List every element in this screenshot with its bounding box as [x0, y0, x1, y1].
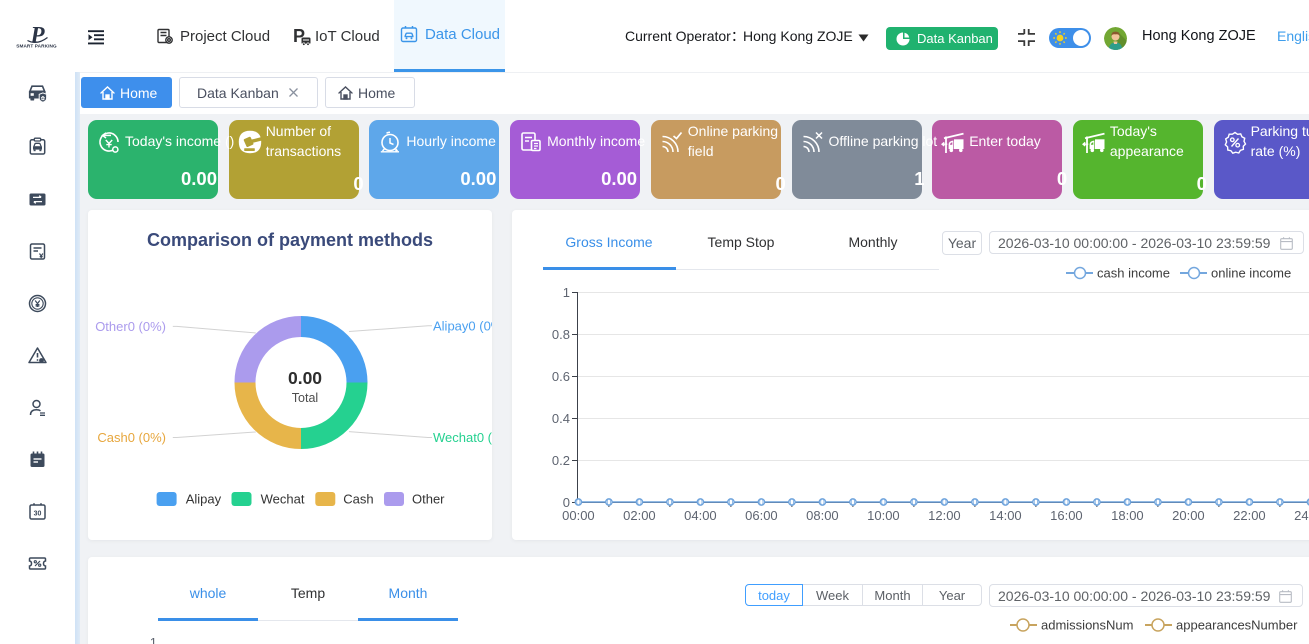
svg-text:0: 0 [790, 497, 795, 507]
svg-text:0: 0 [851, 497, 856, 507]
svg-text:0: 0 [576, 497, 581, 507]
svg-text:0: 0 [820, 497, 825, 507]
svg-text:0.8: 0.8 [552, 327, 570, 342]
svg-text:30: 30 [34, 511, 42, 518]
svg-text:0: 0 [1003, 497, 1008, 507]
svg-text:Other0 (0%): Other0 (0%) [95, 319, 166, 334]
svg-text:SMART PARKING: SMART PARKING [16, 44, 57, 49]
svg-text:0: 0 [1125, 497, 1130, 507]
svg-text:0: 0 [668, 497, 673, 507]
svg-text:0: 0 [1278, 497, 1283, 507]
svg-text:Wechat: Wechat [261, 492, 305, 507]
svg-text:06:00: 06:00 [745, 508, 778, 523]
svg-text:0: 0 [729, 497, 734, 507]
svg-text:Cash0 (0%): Cash0 (0%) [97, 430, 166, 445]
svg-text:0.00: 0.00 [288, 368, 322, 388]
svg-text:admissionsNum: admissionsNum [1041, 618, 1133, 633]
svg-text:0: 0 [607, 497, 612, 507]
svg-text:0: 0 [942, 497, 947, 507]
svg-text:00:00: 00:00 [562, 508, 595, 523]
svg-text:12:00: 12:00 [928, 508, 961, 523]
svg-text:18:00: 18:00 [1111, 508, 1144, 523]
svg-text:Other: Other [412, 492, 445, 507]
svg-text:0: 0 [973, 497, 978, 507]
svg-text:0.4: 0.4 [552, 411, 570, 426]
svg-text:Alipay: Alipay [186, 492, 222, 507]
svg-text:14:00: 14:00 [989, 508, 1022, 523]
svg-text:22:00: 22:00 [1233, 508, 1266, 523]
svg-text:0: 0 [1034, 497, 1039, 507]
svg-text:0: 0 [1247, 497, 1252, 507]
svg-text:0: 0 [698, 497, 703, 507]
svg-text:Wechat0 (0%): Wechat0 (0%) [433, 430, 492, 445]
svg-text:0.2: 0.2 [552, 453, 570, 468]
svg-text:online income: online income [1211, 266, 1291, 281]
svg-text:0: 0 [759, 497, 764, 507]
svg-text:cash income: cash income [1097, 266, 1170, 281]
svg-text:0: 0 [912, 497, 917, 507]
svg-text:08:00: 08:00 [806, 508, 839, 523]
svg-text:0: 0 [637, 497, 642, 507]
svg-text:04:00: 04:00 [684, 508, 717, 523]
svg-text:24:00: 24:00 [1294, 508, 1309, 523]
svg-text:20:00: 20:00 [1172, 508, 1205, 523]
svg-text:0: 0 [1186, 497, 1191, 507]
svg-text:16:00: 16:00 [1050, 508, 1083, 523]
svg-text:0: 0 [1217, 497, 1222, 507]
svg-text:1: 1 [563, 285, 570, 300]
svg-text:0: 0 [1064, 497, 1069, 507]
svg-text:02:00: 02:00 [623, 508, 656, 523]
svg-text:appearancesNumber: appearancesNumber [1176, 618, 1298, 633]
svg-text:0: 0 [881, 497, 886, 507]
svg-text:Total: Total [292, 391, 318, 405]
svg-text:Cash: Cash [343, 492, 373, 507]
svg-text:10:00: 10:00 [867, 508, 900, 523]
svg-text:0.6: 0.6 [552, 369, 570, 384]
svg-text:0: 0 [1156, 497, 1161, 507]
svg-text:0: 0 [1095, 497, 1100, 507]
svg-text:Alipay0 (0%): Alipay0 (0%) [433, 318, 492, 333]
